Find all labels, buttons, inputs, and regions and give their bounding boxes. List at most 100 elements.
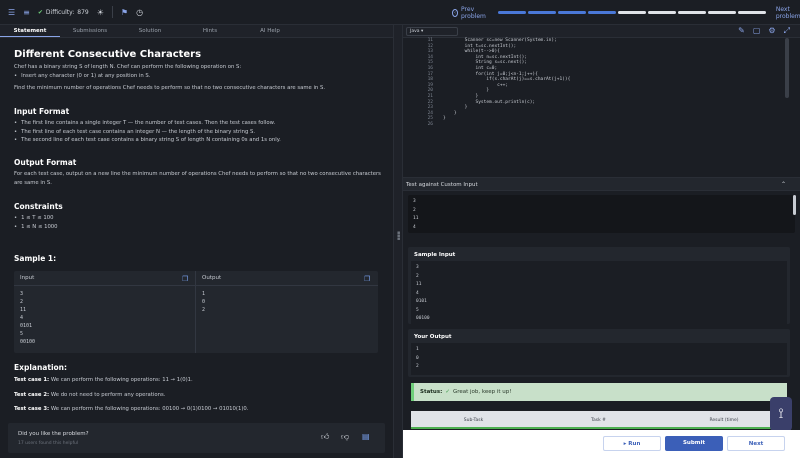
result-table-header: Sub-Task Task # Result (time): [411, 411, 787, 429]
progress-segment[interactable]: [647, 11, 676, 14]
sample-output-values: 1 0 2: [196, 286, 378, 318]
thumbs-down-icon[interactable]: 👎︎: [341, 432, 349, 442]
bookmark-icon[interactable]: ⚑: [121, 8, 128, 17]
tab-ai-help[interactable]: AI Help: [240, 25, 300, 37]
list-icon[interactable]: ≡: [23, 8, 30, 17]
timer-icon[interactable]: ◷: [136, 8, 143, 17]
run-button[interactable]: ▸ Run: [603, 436, 661, 451]
custom-input-toggle[interactable]: Test against Custom Input ⌃: [403, 177, 800, 191]
menu-icon[interactable]: ☰: [8, 8, 15, 17]
magic-wand-icon[interactable]: ✎: [738, 26, 745, 36]
sample-output-label: Output: [196, 271, 378, 286]
copy-icon[interactable]: ❐: [364, 275, 370, 283]
copy-icon[interactable]: ❐: [182, 275, 188, 283]
status-banner: Status: ✓ Great job, keep it up!: [411, 383, 787, 401]
input-item: The first line contains a single integer…: [14, 119, 384, 128]
sample-input-line: 0101: [416, 299, 427, 304]
thumbs-up-icon[interactable]: 👍︎: [321, 432, 329, 442]
test-case-3: Test case 3: We can perform the followin…: [14, 406, 249, 412]
tab-hints[interactable]: Hints: [180, 25, 240, 37]
custom-input-line: 2: [413, 207, 416, 213]
sample-input-line: 2: [20, 299, 24, 305]
prev-problem-button[interactable]: ‹ Prev problem: [452, 6, 488, 20]
sample-input-line: 3: [20, 291, 24, 297]
explanation-heading: Explanation:: [14, 363, 68, 372]
your-output-title: Your Output: [414, 334, 452, 340]
input-item: The second line of each test case contai…: [14, 136, 384, 145]
sample-box: Input 3 2 11 4 0101 5 00100 ❐ Output 1 0 2 ❐: [14, 271, 378, 353]
submit-button[interactable]: Submit: [665, 436, 723, 451]
sample-input-line: 5: [416, 307, 419, 313]
editor-scrollbar[interactable]: [785, 38, 789, 98]
sample-output-line: 0: [202, 299, 206, 305]
feedback-card: Did you like the problem? 17 users found…: [8, 423, 385, 453]
problem-progress-bar: [497, 11, 766, 14]
sample-input-box: Sample Input 3 2 11 4 0101 5 00100: [408, 247, 790, 327]
sample-input-label: Input: [14, 271, 195, 286]
sample-input-line: 00100: [416, 316, 430, 321]
tab-solution[interactable]: Solution: [120, 25, 180, 37]
col-task: Task #: [591, 417, 606, 423]
code-line: if(s.charAt(j)==s.charAt(j+1)){: [443, 77, 571, 83]
custom-input-line: 3: [413, 199, 416, 204]
result-underline: [411, 427, 787, 429]
custom-input-line: 4: [413, 224, 416, 230]
drag-handle-icon[interactable]: ▪ ▪ ▪: [397, 231, 400, 242]
progress-segment[interactable]: [557, 11, 586, 14]
sample-input-line: 11: [416, 282, 422, 287]
sample-input-line: 00100: [20, 339, 36, 345]
sample-heading: Sample 1:: [14, 254, 57, 263]
custom-input-scrollbar[interactable]: [793, 195, 796, 215]
custom-input-line: 11: [413, 216, 419, 221]
check-icon: ✔: [37, 8, 43, 16]
custom-input-textarea[interactable]: 3 2 11 4: [408, 195, 795, 233]
problem-title: Different Consecutive Characters: [14, 49, 202, 60]
settings-icon[interactable]: ⚙: [768, 26, 775, 36]
output-line: 1: [416, 347, 419, 352]
assistant-logo-icon[interactable]: ⟟: [770, 397, 792, 431]
divider: [111, 6, 113, 18]
sample-input-values: 3 2 11 4 0101 5 00100: [14, 286, 195, 350]
progress-segment[interactable]: [497, 11, 526, 14]
sample-output-line: 1: [202, 291, 206, 297]
test-case-2: Test case 2: We do not need to perform a…: [14, 391, 166, 398]
sample-input-line: 5: [20, 331, 24, 337]
statement-intro: Chef has a binary string S of length N. …: [14, 64, 242, 70]
feedback-question: Did you like the problem?: [18, 431, 89, 437]
chevron-up-icon[interactable]: ⌃: [781, 178, 786, 192]
expand-icon[interactable]: ⤢: [784, 26, 790, 36]
comment-icon[interactable]: ▤: [362, 432, 370, 441]
progress-segment[interactable]: [677, 11, 706, 14]
sample-input-line: 0101: [20, 323, 33, 329]
code-line: Scanner sc=new Scanner(System.in);: [443, 38, 557, 43]
sample-input-title: Sample Input: [414, 252, 456, 258]
sample-input-line: 4: [416, 290, 419, 296]
test-case-1: Test case 1: We can perform the followin…: [14, 377, 193, 383]
progress-segment[interactable]: [737, 11, 766, 14]
tab-statement[interactable]: Statement: [0, 25, 60, 37]
progress-segment[interactable]: [527, 11, 556, 14]
progress-segment[interactable]: [707, 11, 736, 14]
editor-panel: Java ▾ ✎ ▢ ⚙ ⤢ 11 12 13 14 15 16 17 18 19 20 21 22 2…: [403, 25, 800, 458]
next-button[interactable]: Next: [727, 436, 785, 451]
line-numbers: 11 12 13 14 15 16 17 18 19 20 21 22 23 24 25 26: [403, 38, 433, 128]
sample-input-line: 2: [416, 273, 419, 279]
code-lines[interactable]: Scanner sc=new Scanner(System.in); int t…: [443, 38, 570, 128]
output-text: For each test case, output on a new line…: [14, 171, 381, 186]
next-problem-button[interactable]: Next problem ›: [776, 6, 800, 20]
difficulty-indicator: ✔ Difficulty: 879: [37, 8, 89, 16]
panel-splitter[interactable]: ▪ ▪ ▪: [393, 25, 403, 458]
col-result: Result (time): [709, 417, 739, 423]
progress-segment[interactable]: [587, 11, 616, 14]
chat-icon[interactable]: ▢: [753, 26, 761, 36]
tab-submissions[interactable]: Submissions: [60, 25, 120, 37]
sun-icon[interactable]: ☀: [97, 8, 104, 17]
sample-input-line: 3: [416, 265, 419, 270]
chevron-left-icon: ‹: [452, 8, 459, 17]
language-select[interactable]: Java ▾: [406, 26, 458, 36]
code-editor[interactable]: 11 12 13 14 15 16 17 18 19 20 21 22 23 24 25 26 Scanner…: [403, 38, 792, 190]
progress-segment[interactable]: [617, 11, 646, 14]
check-icon: ✓: [445, 389, 450, 395]
col-subtask: Sub-Task: [463, 417, 484, 423]
